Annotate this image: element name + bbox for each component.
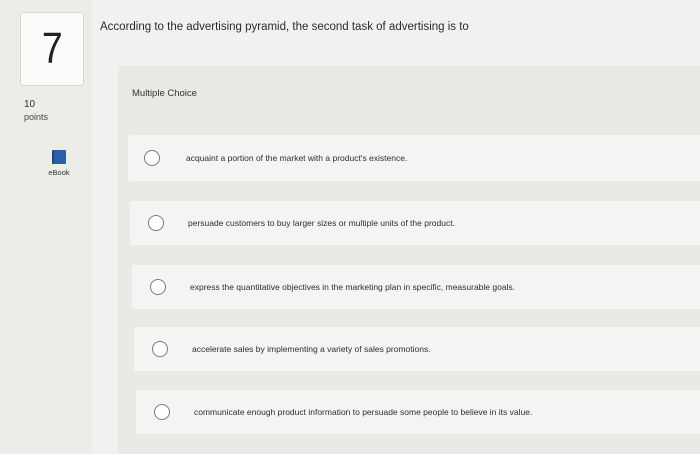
answer-option-text: persuade customers to buy larger sizes o…: [188, 218, 455, 228]
radio-button[interactable]: [154, 404, 170, 420]
ebook-label: eBook: [48, 168, 70, 177]
answer-option-text: communicate enough product information t…: [194, 407, 533, 417]
ebook-link[interactable]: eBook: [42, 150, 76, 182]
answer-option-text: express the quantitative objectives in t…: [190, 282, 516, 292]
question-prompt: According to the advertising pyramid, th…: [100, 21, 469, 33]
radio-button[interactable]: [144, 150, 160, 166]
answer-option-text: accelerate sales by implementing a varie…: [192, 344, 431, 354]
answer-option-text: acquaint a portion of the market with a …: [186, 153, 408, 163]
answer-option-4[interactable]: accelerate sales by implementing a varie…: [134, 327, 700, 371]
question-sidebar: 7 10 points eBook: [0, 0, 92, 454]
radio-button[interactable]: [148, 215, 164, 231]
answer-option-3[interactable]: express the quantitative objectives in t…: [132, 265, 700, 309]
radio-button[interactable]: [150, 279, 166, 295]
question-number: 7: [41, 24, 63, 73]
answer-option-2[interactable]: persuade customers to buy larger sizes o…: [130, 201, 700, 245]
answer-option-1[interactable]: acquaint a portion of the market with a …: [128, 135, 700, 181]
question-number-box: 7: [20, 12, 84, 86]
points-value: 10: [24, 99, 36, 110]
points-label: points: [24, 112, 49, 122]
book-icon: [52, 150, 66, 164]
radio-button[interactable]: [152, 341, 168, 357]
answer-option-5[interactable]: communicate enough product information t…: [136, 390, 700, 434]
question-type-label: Multiple Choice: [132, 88, 197, 99]
